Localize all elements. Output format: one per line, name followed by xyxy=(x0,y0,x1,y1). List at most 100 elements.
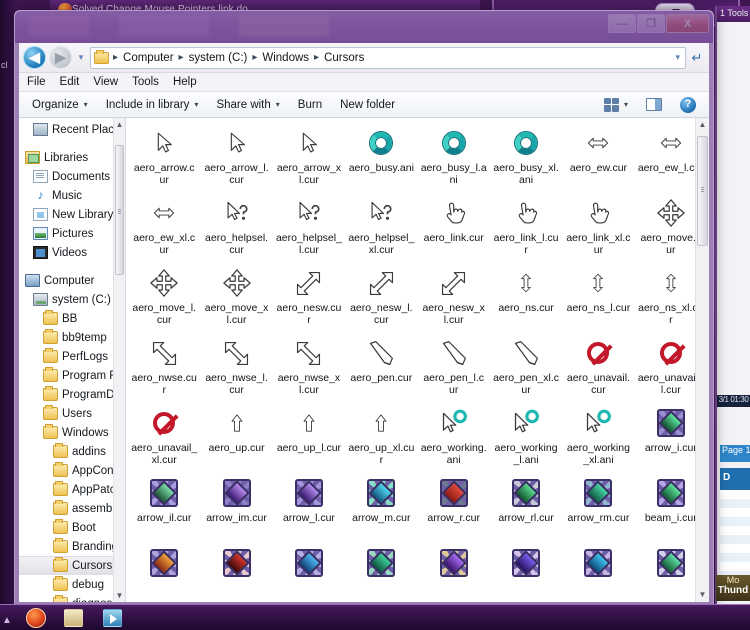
share-with-button[interactable]: Share with ▾ xyxy=(207,96,288,114)
taskbar-overflow-icon[interactable]: ▲ xyxy=(2,615,12,626)
address-dropdown-icon[interactable]: ▾ xyxy=(675,52,682,63)
sidebar-item-diagnos[interactable]: diagnos xyxy=(19,594,125,602)
file-scrollbar-thumb[interactable] xyxy=(697,136,708,246)
sidebar-item-documents[interactable]: Documents xyxy=(19,167,125,186)
change-view-button[interactable]: ▾ xyxy=(595,95,637,115)
file-item[interactable]: arrow_im.cur xyxy=(200,472,272,542)
file-item[interactable]: aero_busy_xl.ani xyxy=(490,122,562,192)
file-item[interactable]: aero_busy_l.ani xyxy=(418,122,490,192)
menu-view[interactable]: View xyxy=(93,76,118,88)
file-item[interactable]: aero_nwse_l.cur xyxy=(200,332,272,402)
sidebar-item-pictures[interactable]: Pictures xyxy=(19,224,125,243)
file-item[interactable]: aero_ew.cur xyxy=(562,122,634,192)
file-item[interactable]: aero_working_xl.ani xyxy=(562,402,634,472)
file-item[interactable]: aero_busy.ani xyxy=(345,122,417,192)
sidebar-item-programd[interactable]: ProgramD xyxy=(19,385,125,404)
sidebar-item-computer[interactable]: Computer xyxy=(19,271,125,290)
file-list-pane[interactable]: aero_arrow.cur aero_arrow_l.cur aero_arrow… xyxy=(126,118,709,602)
file-item[interactable]: aero_nwse.cur xyxy=(128,332,200,402)
file-item[interactable]: aero_arrow_xl.cur xyxy=(273,122,345,192)
include-in-library-button[interactable]: Include in library ▾ xyxy=(97,96,208,114)
file-item[interactable]: aero_unavail_xl.cur xyxy=(128,402,200,472)
minimize-button[interactable]: — xyxy=(608,14,636,33)
nav-scroll-up-icon[interactable]: ▲ xyxy=(114,118,125,131)
sidebar-item-bb9temp[interactable]: bb9temp xyxy=(19,328,125,347)
sidebar-item-addins[interactable]: addins xyxy=(19,442,125,461)
file-item[interactable]: aero_link.cur xyxy=(418,192,490,262)
file-item[interactable] xyxy=(490,542,562,602)
file-item[interactable]: aero_nwse_xl.cur xyxy=(273,332,345,402)
sidebar-item-boot[interactable]: Boot xyxy=(19,518,125,537)
file-item[interactable]: arrow_rm.cur xyxy=(562,472,634,542)
file-item[interactable] xyxy=(128,542,200,602)
new-folder-button[interactable]: New folder xyxy=(331,96,404,114)
sidebar-item-cursors[interactable]: Cursors xyxy=(19,556,125,575)
file-item[interactable]: aero_link_xl.cur xyxy=(562,192,634,262)
sidebar-item-system-c[interactable]: system (C:) xyxy=(19,290,125,309)
sidebar-item-music[interactable]: ♪ Music xyxy=(19,186,125,205)
windows-explorer-window[interactable]: — ❐ X ◀ ▶ ▾ ▸ Computer ▸ system (C:) ▸ W… xyxy=(14,10,714,607)
breadcrumb-windows[interactable]: Windows xyxy=(261,52,310,64)
file-item[interactable]: aero_link_l.cur xyxy=(490,192,562,262)
file-item[interactable]: aero_ns.cur xyxy=(490,262,562,332)
sidebar-item-users[interactable]: Users xyxy=(19,404,125,423)
file-list-scrollbar[interactable]: ▲ ▼ xyxy=(695,118,709,602)
file-item[interactable]: aero_pen.cur xyxy=(345,332,417,402)
file-item[interactable]: aero_move_l.cur xyxy=(128,262,200,332)
recent-pages-caret-icon[interactable]: ▾ xyxy=(75,52,87,63)
file-item[interactable]: aero_ns_l.cur xyxy=(562,262,634,332)
start-button[interactable] xyxy=(26,608,46,628)
organize-button[interactable]: Organize ▾ xyxy=(23,96,97,114)
menu-edit[interactable]: Edit xyxy=(60,76,80,88)
sidebar-item-videos[interactable]: Videos xyxy=(19,243,125,262)
file-item[interactable]: aero_working.ani xyxy=(418,402,490,472)
back-button[interactable]: ◀ xyxy=(23,46,46,69)
navigation-pane[interactable]: Recent Place Libraries Documents ♪ Music New … xyxy=(19,118,125,602)
taskbar[interactable]: ▲ xyxy=(0,604,750,630)
nav-scroll-down-icon[interactable]: ▼ xyxy=(114,589,125,602)
file-item[interactable]: aero_pen_xl.cur xyxy=(490,332,562,402)
sidebar-item-apppatc[interactable]: AppPatc xyxy=(19,480,125,499)
menu-file[interactable]: File xyxy=(27,76,46,88)
file-item[interactable]: aero_working_l.ani xyxy=(490,402,562,472)
breadcrumb-system-c[interactable]: system (C:) xyxy=(188,52,249,64)
file-item[interactable]: aero_nesw_l.cur xyxy=(345,262,417,332)
file-item[interactable]: aero_up_xl.cur xyxy=(345,402,417,472)
file-item[interactable]: aero_nesw_xl.cur xyxy=(418,262,490,332)
file-item[interactable]: aero_unavail.cur xyxy=(562,332,634,402)
sidebar-item-windows[interactable]: Windows xyxy=(19,423,125,442)
close-button[interactable]: X xyxy=(666,14,709,33)
breadcrumb-computer[interactable]: Computer xyxy=(122,52,175,64)
breadcrumb-cursors[interactable]: Cursors xyxy=(323,52,365,64)
file-item[interactable]: aero_move_xl.cur xyxy=(200,262,272,332)
menu-help[interactable]: Help xyxy=(173,76,197,88)
file-item[interactable]: arrow_m.cur xyxy=(345,472,417,542)
navigation-scrollbar[interactable]: ▲ ▼ xyxy=(113,118,125,602)
file-item[interactable]: aero_pen_l.cur xyxy=(418,332,490,402)
file-item[interactable]: aero_up.cur xyxy=(200,402,272,472)
address-bar[interactable]: ▸ Computer ▸ system (C:) ▸ Windows ▸ Cur… xyxy=(90,46,686,69)
sidebar-item-assembl[interactable]: assembl xyxy=(19,499,125,518)
file-item[interactable]: aero_arrow_l.cur xyxy=(200,122,272,192)
file-item[interactable]: aero_ew_xl.cur xyxy=(128,192,200,262)
sidebar-item-debug[interactable]: debug xyxy=(19,575,125,594)
window-titlebar[interactable]: — ❐ X xyxy=(15,11,713,43)
sidebar-item-branding[interactable]: Branding xyxy=(19,537,125,556)
file-item[interactable]: aero_up_l.cur xyxy=(273,402,345,472)
menu-tools[interactable]: Tools xyxy=(132,76,159,88)
file-item[interactable] xyxy=(418,542,490,602)
sidebar-item-bb[interactable]: BB xyxy=(19,309,125,328)
file-scroll-down-icon[interactable]: ▼ xyxy=(696,588,709,602)
file-item[interactable]: aero_helpsel_l.cur xyxy=(273,192,345,262)
sidebar-item-program-f[interactable]: Program F xyxy=(19,366,125,385)
taskbar-explorer-icon[interactable] xyxy=(64,609,83,627)
sidebar-item-perflogs[interactable]: PerfLogs xyxy=(19,347,125,366)
preview-pane-button[interactable] xyxy=(637,95,671,114)
file-scroll-up-icon[interactable]: ▲ xyxy=(696,118,709,132)
file-item[interactable]: arrow_rl.cur xyxy=(490,472,562,542)
sidebar-item-new-library[interactable]: New Library xyxy=(19,205,125,224)
help-button[interactable]: ? xyxy=(671,94,705,116)
file-item[interactable]: aero_helpsel_xl.cur xyxy=(345,192,417,262)
file-item[interactable]: arrow_r.cur xyxy=(418,472,490,542)
forward-button[interactable]: ▶ xyxy=(49,46,72,69)
